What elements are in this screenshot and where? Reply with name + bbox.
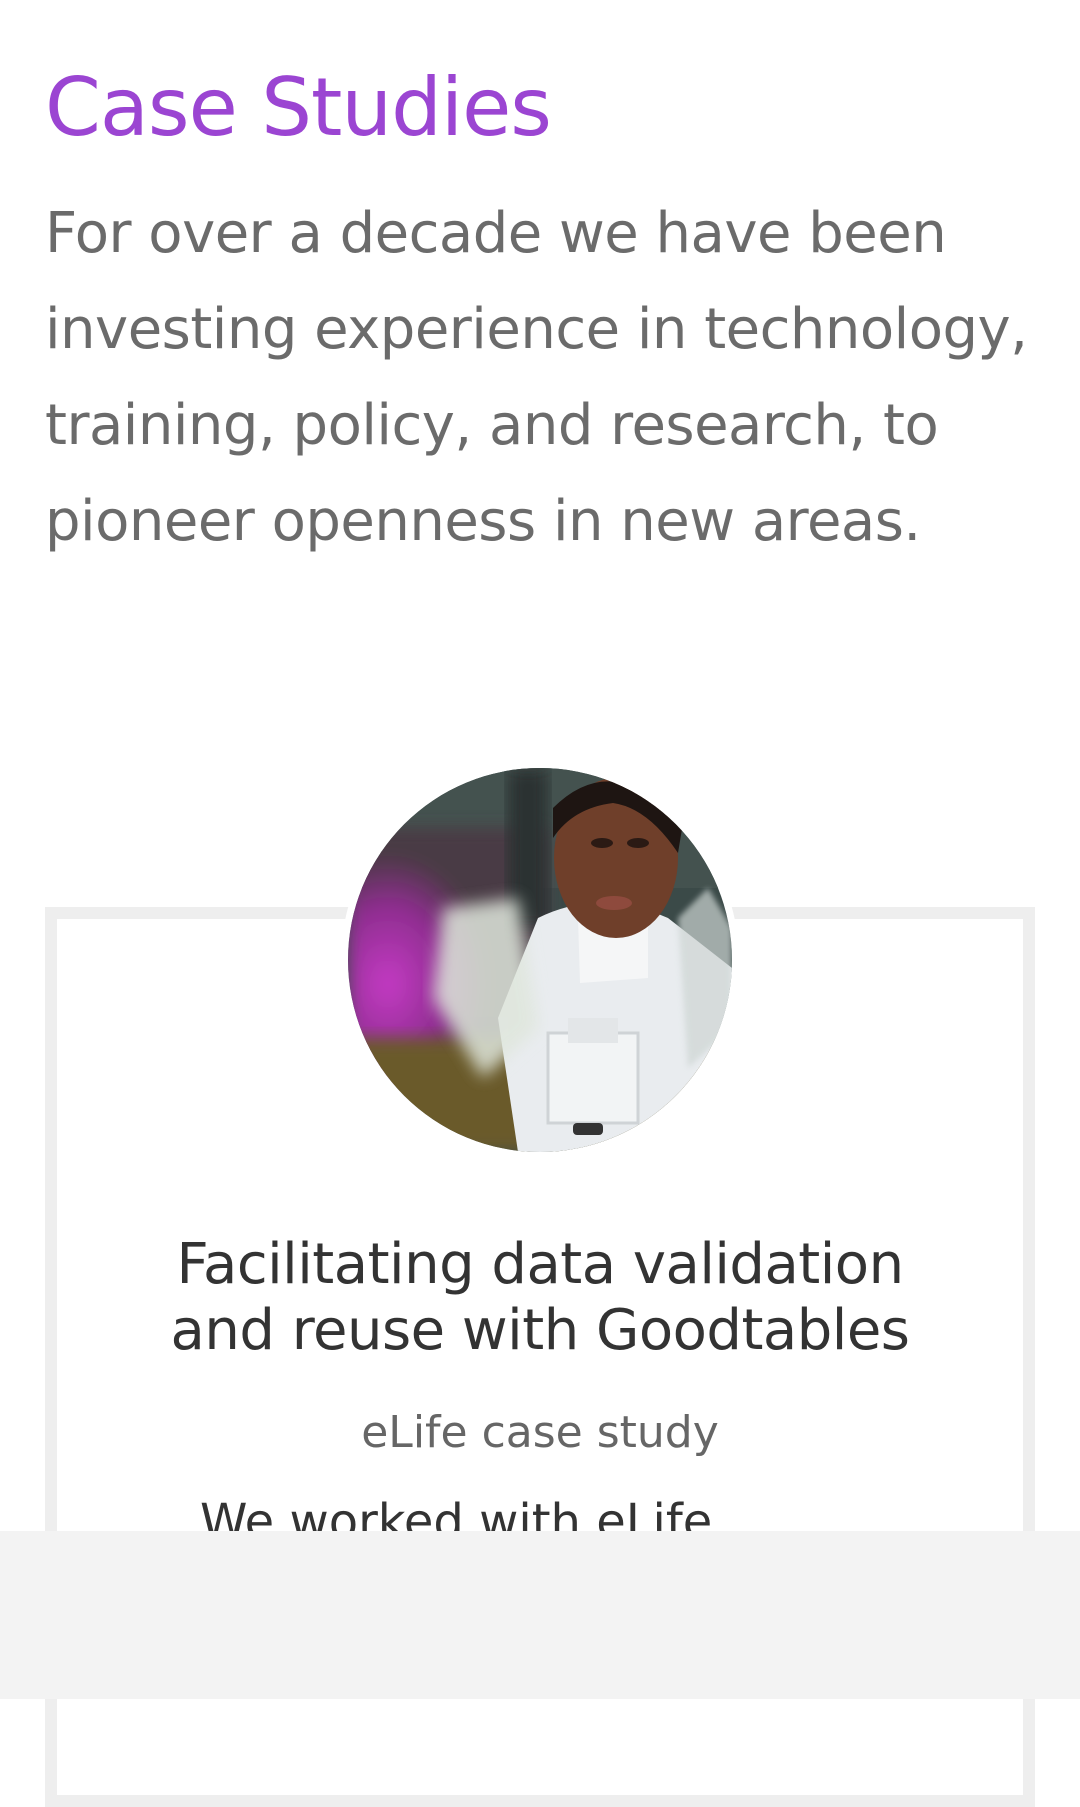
case-study-title[interactable]: Facilitating data validation and reuse w… xyxy=(120,1232,960,1364)
intro-text: For over a decade we have been investing… xyxy=(45,201,1028,554)
case-study-subtitle: eLife case study xyxy=(361,1407,719,1458)
page-title: Case Studies xyxy=(45,61,552,154)
case-study-image[interactable] xyxy=(348,768,732,1152)
bottom-bar xyxy=(0,1531,1080,1699)
case-study-photo xyxy=(348,768,732,1152)
